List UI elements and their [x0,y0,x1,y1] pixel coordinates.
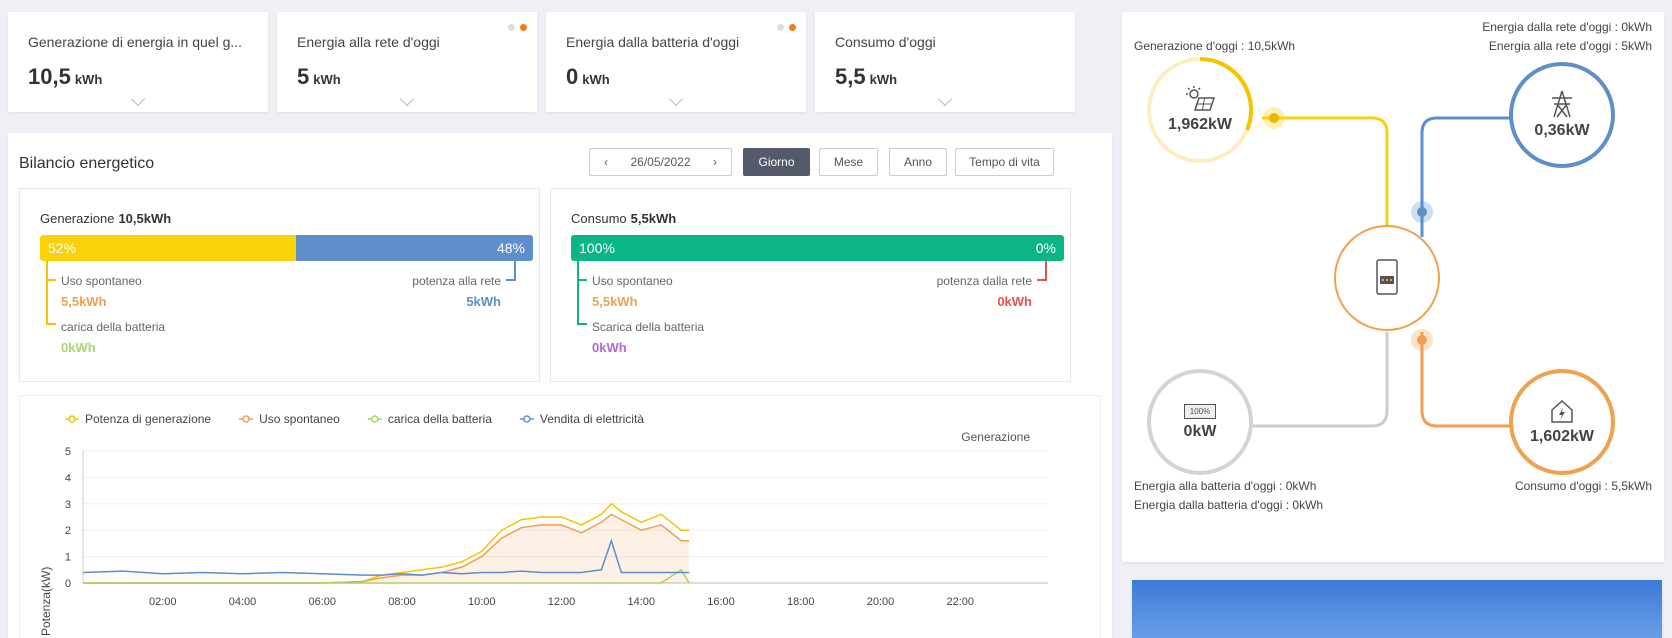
tab-lifetime[interactable]: Tempo di vita [955,148,1054,176]
y-tick-label: 4 [65,472,71,484]
chevron-left-icon[interactable]: ‹ [604,155,608,169]
battery-percent: 100% [1189,406,1211,416]
date-value: 26/05/2022 [630,155,691,169]
battery-charge-value: 0kWh [61,340,96,355]
x-tick-label: 06:00 [308,596,336,608]
grid-segment: 48% [296,235,533,261]
y-axis-label: Potenza(kW) [39,567,53,636]
legend-item: Vendita di elettricità [540,412,644,426]
generation-today: Generazione d'oggi : 10,5kWh [1134,39,1296,53]
kpi-grid-export-today[interactable]: Energia alla rete d'oggi 5 kWh [277,12,537,112]
x-tick-label: 20:00 [867,596,895,608]
legend-marker [523,415,531,423]
tab-year[interactable]: Anno [889,148,947,176]
battery-icon: 100% [1184,403,1216,419]
x-tick-label: 04:00 [229,596,257,608]
power-chart: Potenza di generazione Uso spontaneo caric… [19,395,1101,638]
kpi-title: Energia dalla batteria d'oggi [566,34,740,50]
battery-discharge-today: Energia dalla batteria d'oggi : 0kWh [1134,498,1324,512]
legend-item: Potenza di generazione [85,412,211,426]
chevron-down-icon[interactable] [937,91,953,107]
y-tick-label: 0 [65,578,71,590]
self-use-label: Uso spontaneo [61,274,142,288]
power-tower-icon [1552,90,1572,118]
chevron-right-icon[interactable]: › [713,155,717,169]
consumption-today: Consumo d'oggi : 5,5kWh [1514,479,1652,493]
kpi-generation-today[interactable]: Generazione di energia in quel g... 10,5… [8,12,268,112]
chevron-down-icon[interactable] [130,91,146,107]
legend-marker [68,415,76,423]
page-title: Bilancio energetico [19,155,155,172]
x-tick-label: 08:00 [388,596,416,608]
self-use-value: 5,5kWh [592,294,638,309]
x-tick-label: 16:00 [707,596,735,608]
kpi-value: 5,5 kWh [835,64,898,89]
kpi-title: Generazione di energia in quel g... [28,34,243,50]
inverter-node[interactable] [1334,225,1440,331]
grid-import-label: potenza dalla rete [936,274,1032,288]
grid-import-today: Energia dalla rete d'oggi : 0kWh [1482,20,1652,34]
tab-month[interactable]: Mese [819,148,878,176]
y-tick-label: 2 [65,525,71,537]
power-chart-svg: Potenza di generazione Uso spontaneo caric… [39,412,1048,636]
x-tick-label: 10:00 [468,596,496,608]
battery-charge-label: carica della batteria [61,320,166,334]
generation-header: Generazione 10,5kWh [40,211,172,226]
x-tick-label: 02:00 [149,596,177,608]
y-tick-label: 5 [65,446,71,458]
solar-progress-arc [1199,57,1253,131]
chevron-down-icon[interactable] [668,91,684,107]
home-icon [1551,399,1573,423]
legend-marker [371,415,379,423]
home-node[interactable]: 1,602kW [1509,369,1615,475]
y-tick-label: 1 [65,552,71,564]
kpi-title: Consumo d'oggi [835,34,936,50]
pager-dots[interactable] [508,24,527,31]
grid-power-value: 0,36kW [1534,122,1590,139]
chart-title: Generazione [961,430,1030,444]
kpi-value: 5 kWh [297,64,341,89]
battery-discharge-label: Scarica della batteria [592,320,705,334]
pager-dots[interactable] [777,24,796,31]
consumption-panel: Consumo 5,5kWh 100% 0% Uso spontaneo 5,5kW… [550,188,1071,382]
y-tick-label: 3 [65,499,71,511]
kpi-consumption-today[interactable]: Consumo d'oggi 5,5 kWh [815,12,1075,112]
consumption-header: Consumo 5,5kWh [571,211,677,226]
legend-item: Uso spontaneo [259,412,340,426]
consumption-bar: 100% 0% [571,235,1064,261]
weather-card [1132,580,1662,638]
x-tick-label: 14:00 [627,596,655,608]
battery-discharge-value: 0kWh [592,340,627,355]
grid-export-today: Energia alla rete d'oggi : 5kWh [1488,39,1652,53]
grid-export-value: 5kWh [466,294,501,309]
kpi-value: 0 kWh [566,64,610,89]
battery-power-value: 0kW [1183,422,1217,440]
grid-node[interactable]: 0,36kW [1509,62,1615,168]
tab-day[interactable]: Giorno [743,148,810,176]
grid-export-label: potenza alla rete [412,274,501,288]
generation-bar: 52% 48% [40,235,533,261]
kpi-value: 10,5 kWh [28,64,103,89]
generation-panel: Generazione 10,5kWh 52% 48% Uso spontaneo… [19,188,540,382]
battery-charge-today: Energia alla batteria d'oggi : 0kWh [1134,479,1317,493]
legend-marker [242,415,250,423]
grid-import-value: 0kWh [997,294,1032,309]
legend-item: carica della batteria [388,412,492,426]
x-tick-label: 22:00 [946,596,974,608]
self-use-segment: 52% [40,235,297,261]
energy-flow-card: Generazione d'oggi : 10,5kWh Energia dal… [1122,12,1664,562]
self-use-segment: 100% 0% [571,235,1064,261]
inverter-icon [1376,259,1398,295]
self-use-value: 5,5kWh [61,294,107,309]
x-tick-label: 12:00 [548,596,576,608]
home-power-value: 1,602kW [1529,428,1595,445]
kpi-title: Energia alla rete d'oggi [297,34,440,50]
energy-balance-card: Bilancio energetico ‹ 26/05/2022 › Giorn… [8,133,1112,638]
self-use-label: Uso spontaneo [592,274,673,288]
x-tick-label: 18:00 [787,596,815,608]
kpi-battery-discharge-today[interactable]: Energia dalla batteria d'oggi 0 kWh [546,12,806,112]
date-picker[interactable]: ‹ 26/05/2022 › [589,148,732,176]
chevron-down-icon[interactable] [399,91,415,107]
battery-node[interactable]: 100% 0kW [1147,369,1253,475]
